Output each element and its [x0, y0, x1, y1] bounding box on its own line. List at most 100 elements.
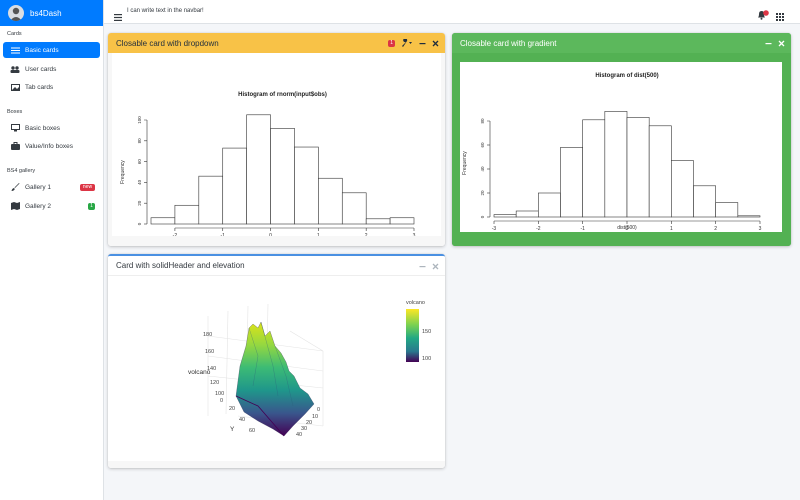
- sidebar-item-basic-cards[interactable]: Basic cards: [3, 42, 100, 58]
- menu-toggle-icon[interactable]: [114, 8, 122, 21]
- histogram-bar: [270, 128, 295, 225]
- avatar-icon: [8, 5, 24, 21]
- briefcase-icon: [10, 142, 20, 150]
- histogram-bar: [246, 114, 271, 225]
- y-axis-label: Frequency: [120, 160, 126, 184]
- card-solid-header: Card with solidHeader and elevation 180 …: [108, 254, 445, 468]
- y-tick-label: 40: [480, 166, 485, 172]
- y-tick-label: 0: [137, 222, 142, 225]
- svg-text:10: 10: [312, 414, 318, 420]
- bell-icon[interactable]: [757, 7, 769, 20]
- y-tick-label: 20: [137, 200, 142, 206]
- x-tick-label: 3: [413, 233, 416, 236]
- svg-text:120: 120: [210, 380, 219, 386]
- y-tick-label: 60: [480, 142, 485, 148]
- sidebar: bs4Dash Cards Basic cards User cards Tab…: [0, 0, 104, 500]
- card-gradient: Closable card with gradient Histogram of…: [452, 33, 791, 246]
- y-tick-label: 0: [480, 215, 485, 218]
- histogram-bar: [538, 192, 561, 218]
- colorbar-tick: 150: [422, 329, 431, 335]
- surface-3d-plot[interactable]: 180 160 140 120 100 0 volcano 20 40 60 Y…: [108, 276, 445, 461]
- navbar: I can write text in the navbar!: [104, 0, 800, 24]
- histogram-bar: [693, 185, 716, 218]
- card-title: Closable card with dropdown: [116, 38, 219, 48]
- svg-text:0: 0: [317, 407, 320, 413]
- card-tools: [419, 256, 439, 276]
- histogram-bar: [515, 210, 539, 218]
- svg-text:40: 40: [296, 432, 302, 438]
- sidebar-item-user-cards[interactable]: User cards: [3, 61, 100, 77]
- z-axis-ticks: 180 160 140 120 100 0: [203, 332, 224, 404]
- card-tools: [765, 33, 785, 53]
- card-body: Histogram of dist(500) -3 -2 -1 0 1 2 3 0 20 40 60 8…: [452, 53, 791, 246]
- card-title: Closable card with gradient: [460, 38, 557, 48]
- y-tick-label: 80: [480, 118, 485, 124]
- close-icon[interactable]: [432, 40, 439, 47]
- histogram-bar: [560, 147, 583, 218]
- minimize-icon[interactable]: [419, 40, 426, 47]
- x-tick-label: -3: [492, 226, 497, 232]
- users-icon: [10, 65, 20, 73]
- card-tools: 1: [388, 33, 439, 53]
- y-axis-label: Frequency: [462, 151, 468, 175]
- nav-header-cards: Cards: [7, 31, 22, 37]
- svg-text:160: 160: [205, 349, 214, 355]
- histogram-bar: [671, 160, 694, 218]
- brand-name: bs4Dash: [30, 8, 62, 18]
- histogram-bar: [294, 146, 319, 225]
- gallery-2-badge: 1: [88, 203, 95, 210]
- histogram-bar: [150, 217, 176, 225]
- histogram-chart-1: Histogram of rnorm(input$obs) -2 -1 0 1 2 3 0 20…: [112, 53, 441, 236]
- wrench-dropdown-icon[interactable]: [401, 39, 413, 47]
- sidebar-item-label: User cards: [25, 65, 57, 73]
- map-icon: [10, 202, 20, 210]
- x-tick-label: 1: [670, 226, 673, 232]
- svg-text:40: 40: [239, 417, 245, 423]
- histogram-bar: [715, 202, 739, 218]
- minimize-icon[interactable]: [419, 263, 426, 270]
- colorbar-tick: 100: [422, 356, 431, 362]
- histogram-bar: [174, 204, 200, 225]
- card-dropdown: Closable card with dropdown 1 Histogram …: [108, 33, 445, 246]
- card-title: Card with solidHeader and elevation: [116, 261, 245, 270]
- x-tick-label: 2: [714, 226, 717, 232]
- histogram-bar: [493, 214, 517, 218]
- svg-text:180: 180: [203, 332, 212, 338]
- colorbar: [406, 309, 419, 362]
- close-icon[interactable]: [432, 263, 439, 270]
- sidebar-item-label: Gallery 2: [25, 202, 52, 210]
- histogram-bar: [604, 111, 628, 218]
- histogram-bar: [341, 192, 367, 225]
- sidebar-item-basic-boxes[interactable]: Basic boxes: [3, 120, 100, 136]
- navbar-text: I can write text in the navbar!: [127, 8, 204, 14]
- card-body: 180 160 140 120 100 0 volcano 20 40 60 Y…: [108, 276, 445, 468]
- svg-text:0: 0: [220, 398, 223, 404]
- close-icon[interactable]: [778, 40, 785, 47]
- y-tick-label: 20: [480, 190, 485, 196]
- nav-header-gallery: BS4 gallery: [7, 168, 36, 174]
- x-tick-label: 3: [759, 226, 762, 232]
- card-body: Histogram of rnorm(input$obs) -2 -1 0 1 2 3 0 20…: [108, 53, 445, 246]
- minimize-icon[interactable]: [765, 40, 772, 47]
- card-header: Closable card with gradient: [452, 33, 791, 53]
- brand-link[interactable]: bs4Dash: [0, 0, 103, 26]
- sidebar-item-label: Gallery 1: [25, 183, 52, 191]
- histogram-bar: [582, 119, 606, 218]
- gallery-1-badge: new: [80, 184, 95, 191]
- y-tick-label: 60: [137, 159, 142, 165]
- sidebar-item-label: Basic cards: [25, 46, 59, 54]
- card-header: Closable card with dropdown 1: [108, 33, 445, 53]
- histogram-bar: [365, 218, 391, 225]
- sidebar-item-tab-cards[interactable]: Tab cards: [3, 79, 100, 95]
- z-axis-label: volcano: [188, 369, 211, 376]
- histogram-bar: [318, 177, 343, 225]
- sidebar-item-label: Tab cards: [25, 83, 54, 91]
- sidebar-item-value-info-boxes[interactable]: Value/Info boxes: [3, 138, 100, 154]
- sliders-icon: [10, 46, 20, 54]
- svg-text:60: 60: [249, 428, 255, 434]
- histogram-bar: [222, 147, 247, 225]
- sidebar-item-gallery-2[interactable]: Gallery 2: [3, 198, 100, 214]
- grid-icon[interactable]: [776, 8, 784, 21]
- y-tick-label: 100: [137, 116, 142, 124]
- desktop-icon: [10, 124, 20, 132]
